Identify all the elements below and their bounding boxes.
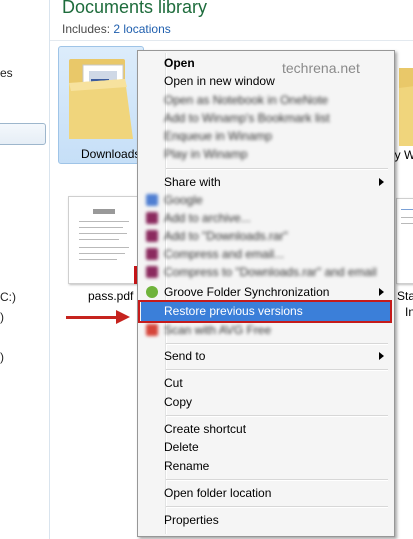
pass-pdf-thumbnail[interactable]: [68, 196, 140, 284]
blurred-label: Scan with AVG Free: [164, 323, 272, 337]
menu-item-blurred-9[interactable]: Compress to "Downloads.rar" and email: [141, 263, 390, 282]
includes-label: Includes:: [62, 22, 111, 36]
menu-separator: [166, 415, 388, 417]
right-file-thumbnail[interactable]: [396, 198, 413, 284]
blurred-label: Compress to "Downloads.rar" and email: [164, 265, 377, 279]
folder-icon: hp: [69, 59, 133, 139]
antivirus-icon: [146, 324, 158, 336]
menu-item-blurred-1[interactable]: Open as Notebook in OneNote: [141, 91, 390, 110]
menu-separator: [166, 506, 388, 508]
menu-item-blurred-5[interactable]: Google: [141, 191, 390, 210]
nav-drive-partial-2[interactable]: ): [0, 310, 4, 324]
blurred-label: Compress and email...: [164, 247, 285, 261]
header-divider: [50, 40, 413, 41]
menu-item-rename[interactable]: Rename: [141, 457, 390, 476]
menu-item-blurred-8[interactable]: Compress and email...: [141, 245, 390, 264]
library-title: Documents library: [62, 0, 208, 17]
includes-line: Includes: 2 locations: [62, 22, 171, 36]
archive-icon: [146, 248, 158, 260]
menu-item-create-shortcut[interactable]: Create shortcut: [141, 420, 390, 439]
menu-item-blurred-6[interactable]: Add to archive...: [141, 209, 390, 228]
right-file-label: Sta: [397, 289, 413, 303]
annotation-arrow-shaft: [66, 316, 118, 319]
right-file-label-2: In: [405, 305, 413, 319]
menu-item-open-folder-location[interactable]: Open folder location: [141, 484, 390, 503]
menu-separator: [166, 343, 388, 345]
submenu-arrow-icon: [379, 352, 384, 360]
menu-item-send-to[interactable]: Send to: [141, 347, 390, 366]
submenu-arrow-icon: [379, 288, 384, 296]
locations-link[interactable]: 2 locations: [113, 22, 170, 36]
groove-label: Groove Folder Synchronization: [164, 285, 330, 299]
app-icon: [146, 194, 158, 206]
menu-item-cut[interactable]: Cut: [141, 374, 390, 393]
nav-drive-partial-3[interactable]: ): [0, 350, 4, 364]
watermark: techrena.net: [282, 60, 360, 76]
folder-icon-partial: [399, 68, 413, 146]
archive-icon: [146, 266, 158, 278]
submenu-arrow-icon: [379, 178, 384, 186]
navigation-pane: es C:) ) ): [0, 0, 50, 539]
menu-item-blurred-10[interactable]: Scan with AVG Free: [141, 321, 390, 340]
context-menu: Open Open in new window Open as Notebook…: [137, 50, 395, 537]
archive-icon: [146, 230, 158, 242]
blurred-label: Add to archive...: [164, 211, 251, 225]
blurred-label: Add to "Downloads.rar": [164, 229, 288, 243]
annotation-highlight-box: [138, 300, 392, 323]
menu-separator: [166, 168, 388, 170]
nav-drive-partial[interactable]: C:): [0, 290, 16, 304]
pass-pdf-label: pass.pdf: [88, 289, 134, 303]
menu-item-delete[interactable]: Delete: [141, 438, 390, 457]
menu-item-blurred-7[interactable]: Add to "Downloads.rar": [141, 227, 390, 246]
menu-item-properties[interactable]: Properties: [141, 511, 390, 530]
share-with-label: Share with: [164, 175, 221, 189]
downloads-label: Downloads: [81, 147, 141, 161]
annotation-arrow-head: [116, 310, 130, 324]
nav-item-partial[interactable]: es: [0, 66, 13, 80]
downloads-folder-item[interactable]: hp Downloads: [58, 46, 144, 164]
menu-separator: [166, 369, 388, 371]
right-folder-label: ly W: [392, 148, 413, 162]
send-to-label: Send to: [164, 349, 206, 363]
menu-item-copy[interactable]: Copy: [141, 393, 390, 412]
menu-item-blurred-2[interactable]: Add to Winamp's Bookmark list: [141, 109, 390, 128]
menu-separator: [166, 479, 388, 481]
groove-icon: [146, 286, 158, 298]
nav-selected-item[interactable]: [0, 123, 46, 145]
menu-item-blurred-4[interactable]: Play in Winamp: [141, 145, 390, 164]
archive-icon: [146, 212, 158, 224]
menu-item-blurred-3[interactable]: Enqueue in Winamp: [141, 127, 390, 146]
menu-item-share-with[interactable]: Share with: [141, 173, 390, 192]
blurred-label: Google: [164, 193, 203, 207]
